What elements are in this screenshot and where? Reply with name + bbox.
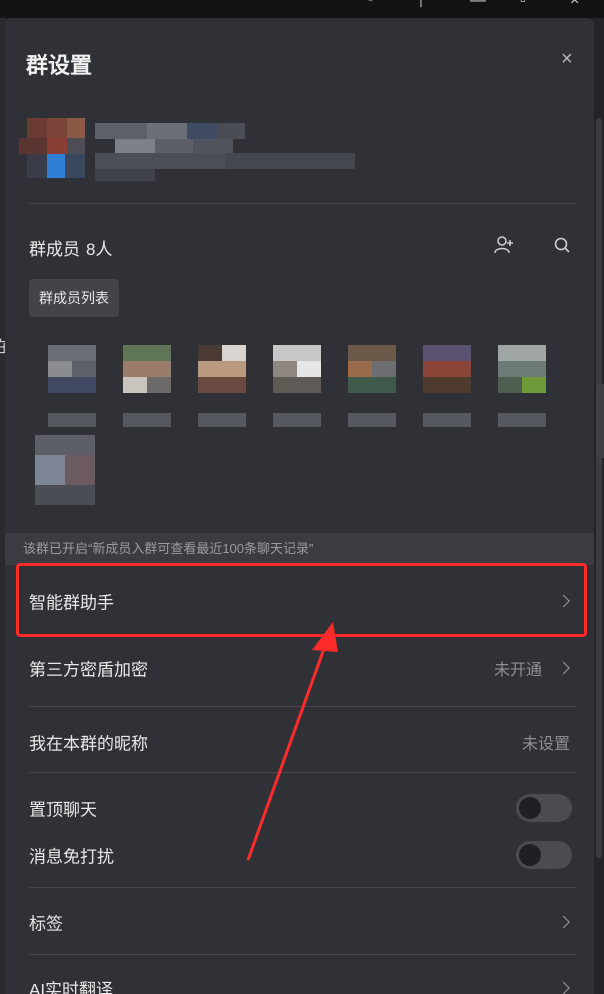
mute-toggle[interactable] [516,841,572,869]
pin-chat-label: 置顶聊天 [29,800,97,820]
ai-translate-row[interactable]: AI实时翻译 [5,958,594,994]
scrollbar-track[interactable] [594,18,604,994]
divider [29,203,577,204]
nickname-value: 未设置 [521,736,570,753]
member-avatar[interactable] [348,345,396,437]
encryption-status: 未开通 [493,662,542,679]
restore-icon[interactable]: ▫ [520,0,526,10]
close-icon[interactable]: × [561,48,573,71]
encryption-row[interactable]: 第三方密盾加密 未开通 [5,638,594,698]
nickname-row[interactable]: 我在本群的昵称 未设置 [5,712,594,772]
members-list-tooltip: 群成员列表 [29,279,119,317]
history-notice: 该群已开启“新成员入群可查看最近100条聊天记录” [5,533,594,565]
member-avatar[interactable] [123,345,171,437]
group-settings-panel: 群设置 × 群成员 8人 群成员列表 该群已开启“新成员入群可查看最近100条聊… [5,18,594,994]
mute-label: 消息免打扰 [29,847,114,867]
add-member-icon[interactable] [493,234,515,256]
member-avatar[interactable] [198,345,246,437]
pin-chat-toggle[interactable] [516,794,572,822]
divider [29,887,577,888]
clock-icon[interactable]: ◔ [364,0,374,10]
tags-label: 标签 [29,914,63,934]
ai-translate-label: AI实时翻译 [29,980,114,994]
chevron-right-icon [557,661,570,675]
search-icon[interactable] [551,234,573,256]
member-avatar[interactable] [498,345,546,437]
tags-row[interactable]: 标签 [5,892,594,952]
group-avatar[interactable] [19,118,91,180]
toggle-knob [519,797,541,819]
toggle-knob [519,844,541,866]
group-name-redacted [95,123,355,183]
encryption-label: 第三方密盾加密 [29,660,148,680]
scrollbar-thumb[interactable] [596,118,602,858]
divider [29,954,577,955]
mute-row: 消息免打扰 [5,825,594,885]
window-title-bar: ◔ ⊤ — ▫ × [0,0,604,18]
chevron-right-icon [557,915,570,929]
pin-icon[interactable]: ⊤ [414,0,428,12]
member-avatar[interactable] [48,345,96,437]
members-header: 群成员 8人 [29,235,112,260]
nickname-label: 我在本群的昵称 [29,734,148,754]
members-label: 群成员 [29,240,80,259]
minimize-icon[interactable]: — [470,0,486,10]
close-window-icon[interactable]: × [570,0,579,10]
panel-title: 群设置 [26,53,93,78]
divider [29,706,577,707]
member-avatar[interactable] [273,345,321,437]
chevron-right-icon [557,981,570,994]
members-count: 8人 [86,240,113,259]
divider [29,772,577,773]
annotation-highlight-box [16,563,587,637]
member-avatar[interactable] [423,345,471,437]
side-panel-handle[interactable] [596,384,604,458]
member-avatar[interactable] [35,435,95,525]
